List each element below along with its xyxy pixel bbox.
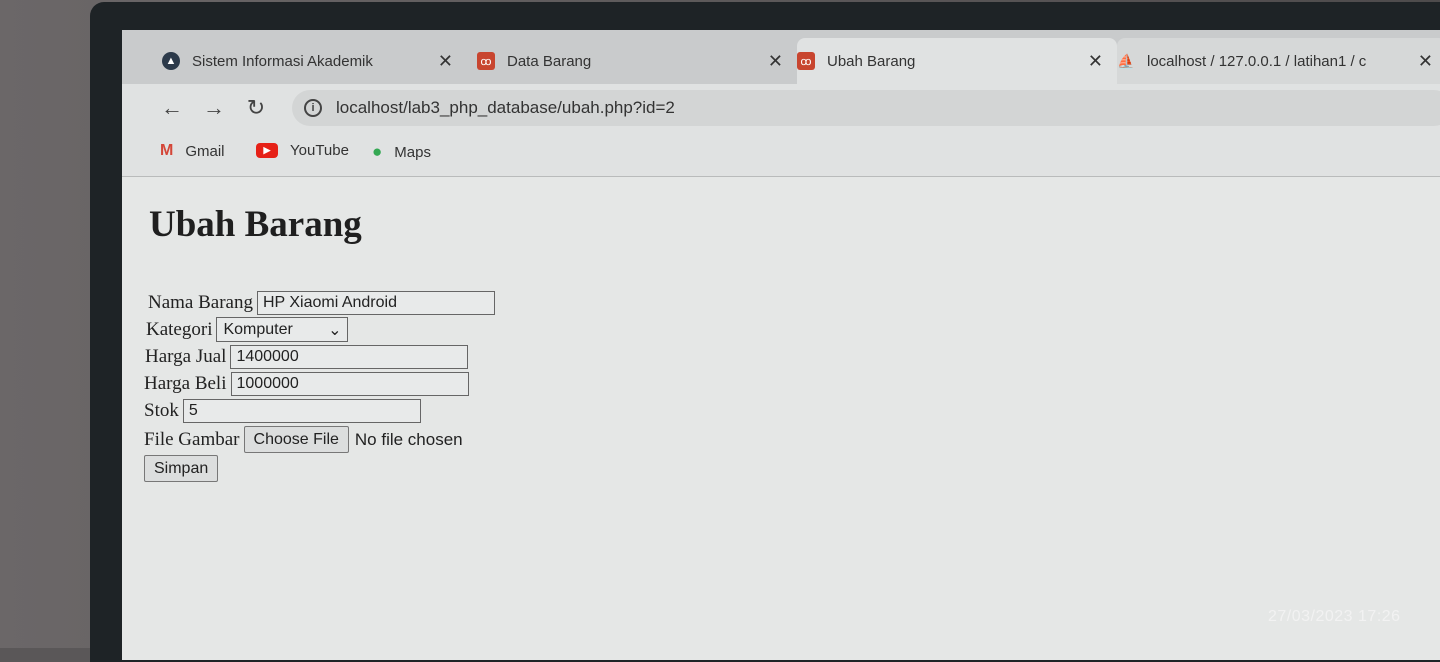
close-icon[interactable]: ✕ [438,51,453,72]
info-icon[interactable]: i [304,99,322,117]
browser-window: ▲ Sistem Informasi Akademik ✕ ꝏ Data Bar… [122,30,1440,660]
forward-arrow-icon[interactable]: → [198,92,230,124]
bookmark-gmail[interactable]: M Gmail [160,142,225,160]
tab-sistem-informasi[interactable]: ▲ Sistem Informasi Akademik ✕ [162,38,467,84]
bookmark-label: Gmail [185,142,225,160]
stok-label: Stok [144,399,179,421]
nama-barang-label: Nama Barang [148,291,253,313]
bookmark-label: YouTube [290,142,349,159]
browser-toolbar: ← → ↻ i localhost/lab3_php_database/ubah… [122,84,1440,132]
university-icon: ▲ [162,52,180,70]
close-icon[interactable]: ✕ [1418,51,1433,72]
youtube-icon: ▶ [256,143,278,158]
tab-title: localhost / 127.0.0.1 / latihan1 / c [1147,52,1367,70]
chevron-down-icon: ⌄ [328,321,342,339]
back-arrow-icon[interactable]: ← [156,92,188,124]
page-content: Ubah Barang Nama Barang Kategori Kompute… [122,177,1440,660]
xampp-icon: ꝏ [477,52,495,70]
kategori-select[interactable]: Komputer ⌄ [216,317,349,342]
tab-data-barang[interactable]: ꝏ Data Barang ✕ [477,38,797,84]
url-text[interactable]: localhost/lab3_php_database/ubah.php?id=… [336,98,675,118]
kategori-label: Kategori [146,318,213,340]
harga-jual-input[interactable] [230,344,469,369]
bookmark-label: Maps [394,143,431,161]
no-file-text: No file chosen [354,429,463,449]
kategori-selected: Komputer [223,320,293,338]
nama-barang-input[interactable] [256,290,495,315]
stok-input[interactable] [182,398,421,423]
tab-strip: ▲ Sistem Informasi Akademik ✕ ꝏ Data Bar… [122,30,1440,86]
page-title: Ubah Barang [149,204,362,245]
xampp-icon: ꝏ [797,52,815,70]
tab-title: Data Barang [507,52,592,70]
close-icon[interactable]: ✕ [1088,51,1103,72]
gmail-icon: M [160,142,174,159]
reload-icon[interactable]: ↻ [240,92,272,124]
file-gambar-label: File Gambar [144,428,240,450]
harga-jual-label: Harga Jual [145,345,227,367]
bookmark-youtube[interactable]: ▶ YouTube [256,142,349,159]
tab-phpmyadmin[interactable]: ⛵ localhost / 127.0.0.1 / latihan1 / c ✕ [1117,38,1440,84]
address-bar[interactable]: i localhost/lab3_php_database/ubah.php?i… [292,90,1440,126]
photo-timestamp: 27/03/2023 17:26 [1268,608,1401,625]
harga-beli-input[interactable] [230,371,469,396]
bookmark-maps[interactable]: ● Maps [372,142,431,162]
tab-title: Sistem Informasi Akademik [192,52,373,70]
maps-icon: ● [372,142,383,161]
edit-item-form: Nama Barang Kategori Komputer ⌄ Harga Ju… [144,289,495,482]
close-icon[interactable]: ✕ [768,51,783,72]
simpan-button[interactable]: Simpan [144,455,219,482]
tab-ubah-barang[interactable]: ꝏ Ubah Barang ✕ [797,38,1117,84]
harga-beli-label: Harga Beli [144,372,227,394]
tab-title: Ubah Barang [827,52,916,70]
choose-file-button[interactable]: Choose File [243,426,349,453]
bookmarks-bar: M Gmail ▶ YouTube ● Maps [122,132,1440,177]
phpmyadmin-icon: ⛵ [1117,52,1135,69]
